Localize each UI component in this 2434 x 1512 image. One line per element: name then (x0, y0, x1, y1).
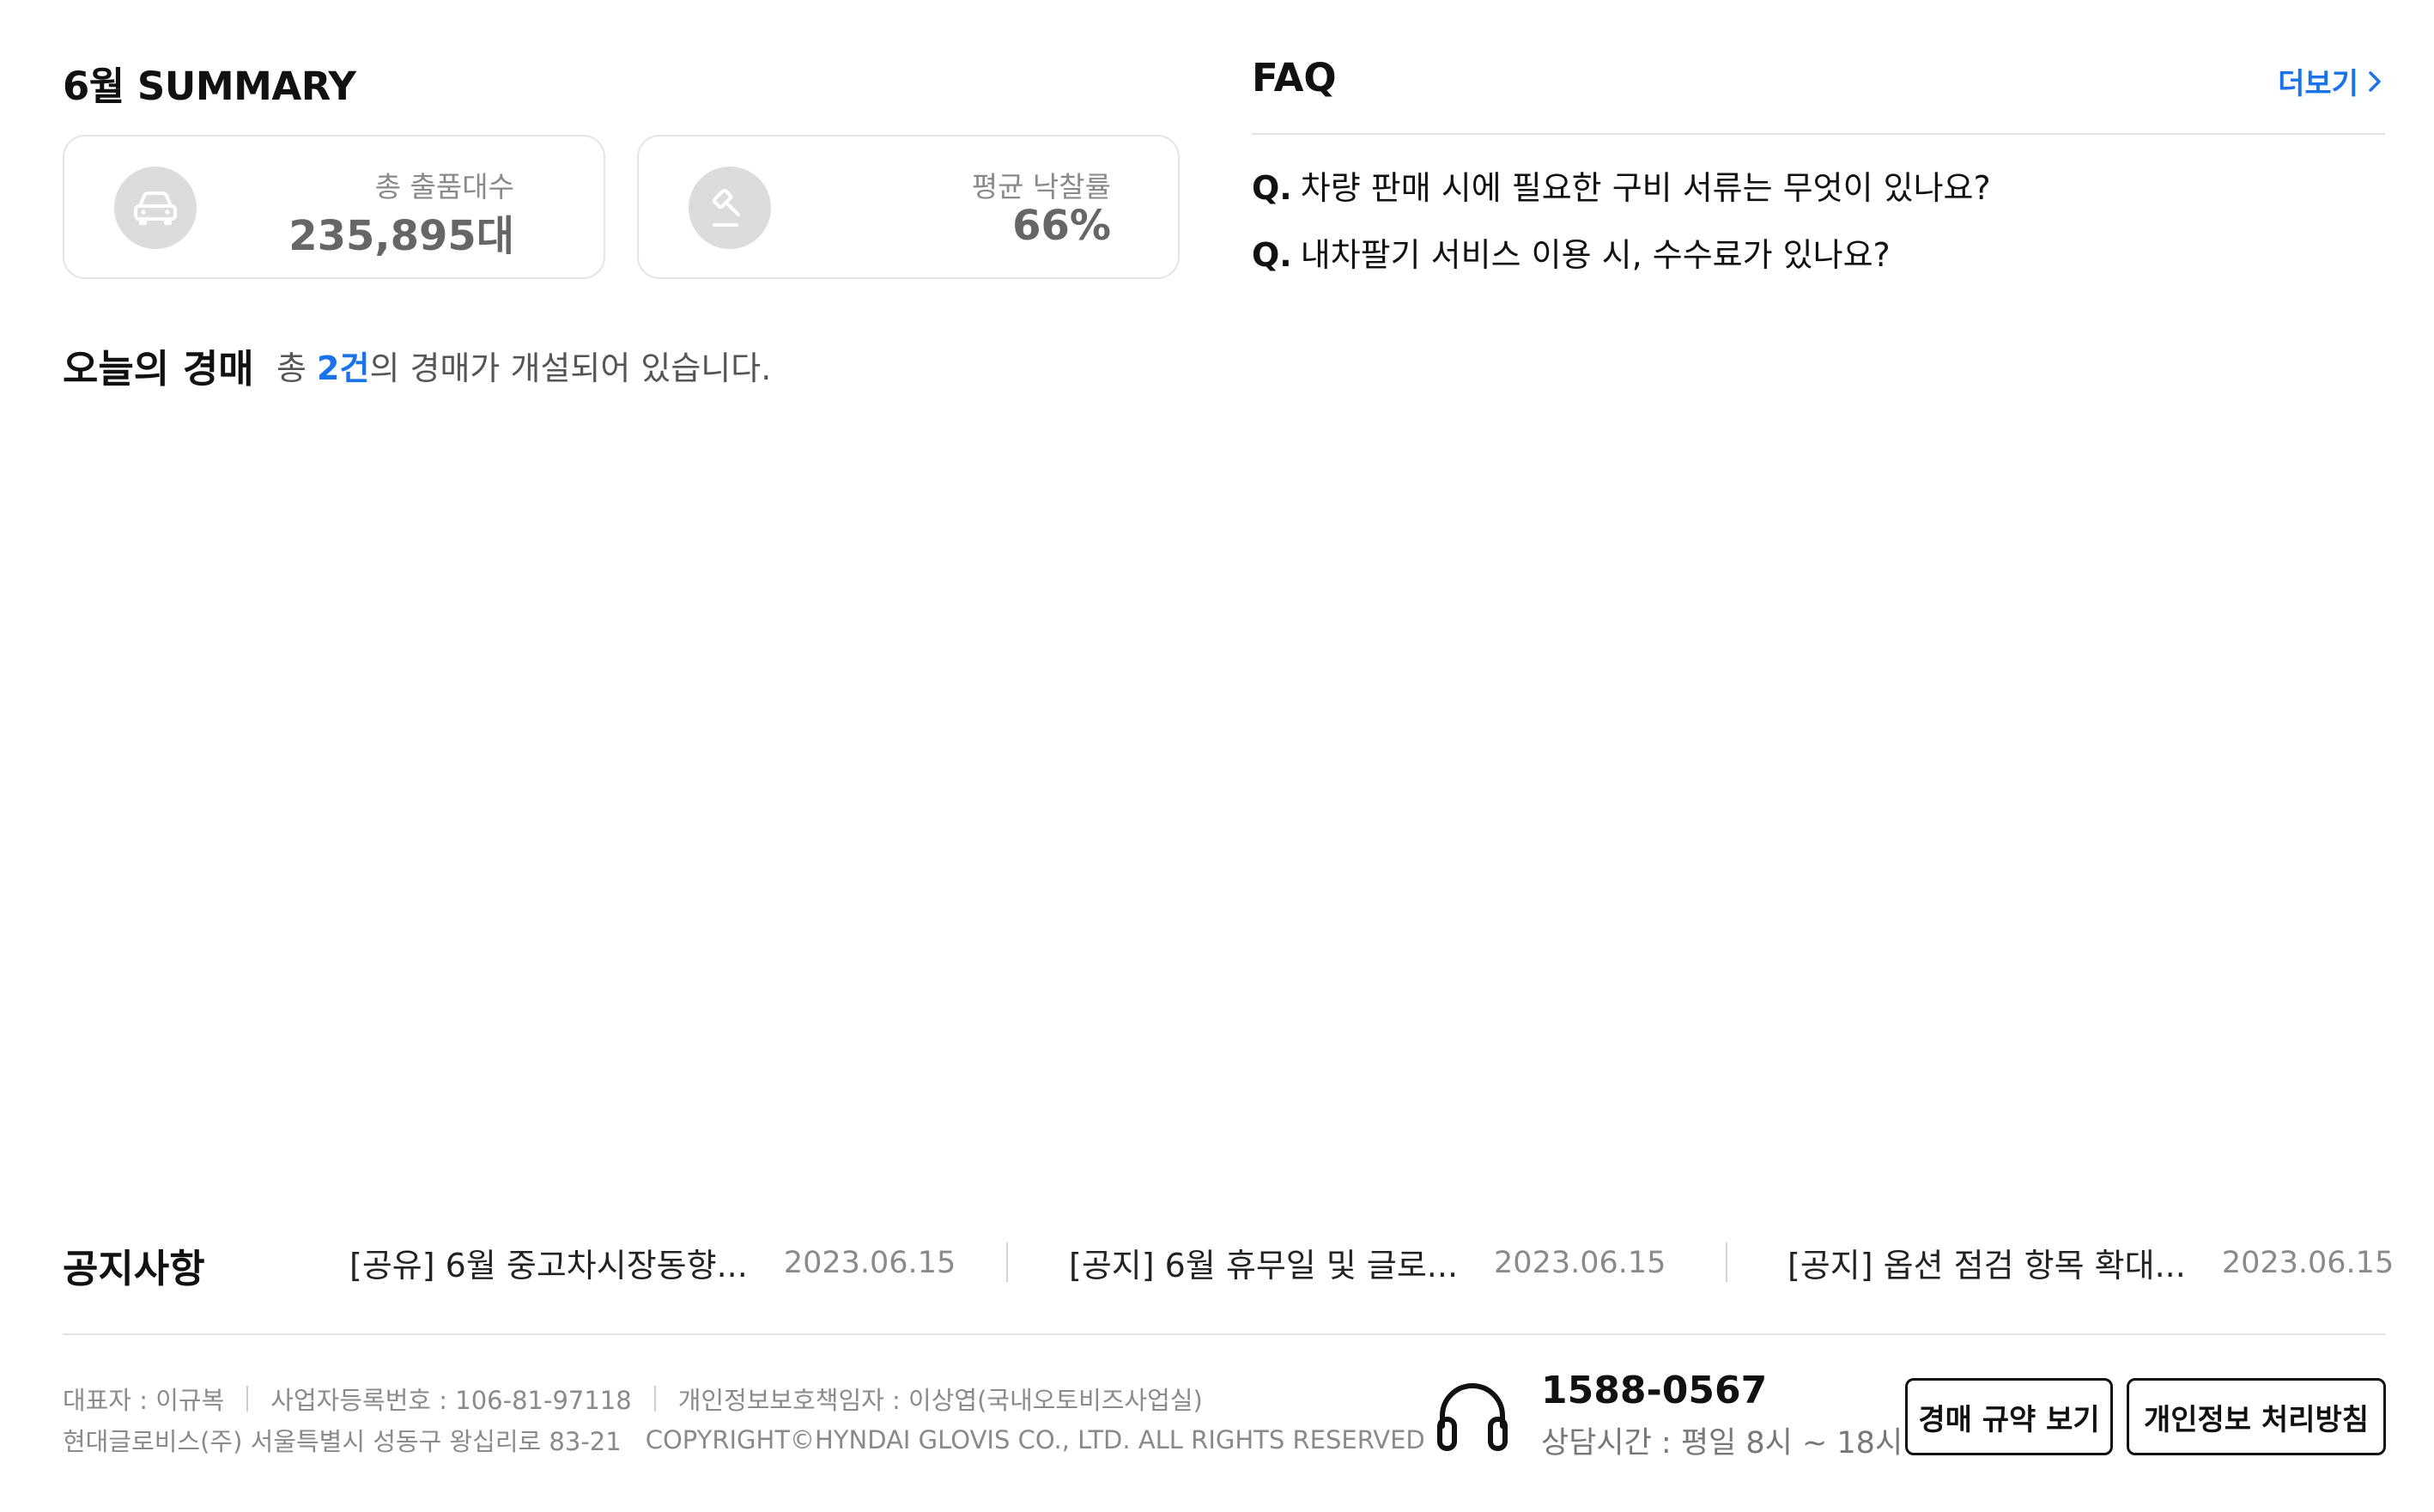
privacy-policy-button[interactable]: 개인정보 처리방침 (2127, 1378, 2386, 1455)
faq-more-link[interactable]: 더보기 (2278, 60, 2382, 102)
faq-question: 내차팔기 서비스 이용 시, 수수료가 있나요? (1300, 236, 1891, 274)
footer-ceo: 대표자 : 이규복 (63, 1386, 225, 1415)
stat-value: 235,895대 (288, 212, 514, 260)
cs-phone-number: 1588-0567 (1541, 1369, 1768, 1412)
summary-title: 6월 SUMMARY (63, 64, 356, 109)
faq-divider (1252, 133, 2385, 135)
footer-company-info: 대표자 : 이규복 사업자등록번호 : 106-81-97118 개인정보보호책… (63, 1381, 1203, 1417)
today-auction-count: 2건 (317, 349, 370, 387)
faq-question: 차량 판매 시에 필요한 구비 서류는 무엇이 있나요? (1300, 169, 1991, 207)
today-desc-suffix: 의 경매가 개설되어 있습니다. (369, 349, 772, 387)
today-auction-title: 오늘의 경매 (63, 346, 254, 392)
footer-address: 현대글로비스(주) 서울특별시 성동구 왕십리로 83-21 (63, 1427, 622, 1456)
stat-value: 66% (1012, 202, 1111, 250)
auction-rules-button[interactable]: 경매 규약 보기 (1905, 1378, 2113, 1455)
faq-q-prefix: Q. (1252, 236, 1292, 274)
cs-hours: 상담시간 : 평일 8시 ~ 18시 (1541, 1426, 1903, 1460)
notice-item-date: 2023.06.15 (2221, 1245, 2395, 1280)
notice-item-title: [공지] 옵션 점검 항목 확대... (1788, 1247, 2186, 1284)
footer-privacy-officer: 개인정보보호책임자 : 이상엽(국내오토비즈사업실) (677, 1386, 1203, 1415)
notice-item[interactable]: [공지] 옵션 점검 항목 확대... 2023.06.15 (1788, 1239, 2394, 1286)
chevron-right-icon (2369, 70, 2381, 92)
today-desc-prefix: 총 (276, 349, 318, 387)
footer-business-number: 사업자등록번호 : 106-81-97118 (270, 1386, 632, 1415)
faq-item[interactable]: Q. 내차팔기 서비스 이용 시, 수수료가 있나요? (1252, 228, 1891, 276)
notice-item-date: 2023.06.15 (1494, 1245, 1666, 1280)
faq-more-label: 더보기 (2278, 67, 2358, 101)
footer-divider (63, 1333, 2385, 1335)
notice-separator (1726, 1242, 1727, 1282)
stat-card-average-win-rate: 평균 낙찰률 66% (637, 135, 1180, 279)
notice-item-title: [공지] 6월 휴무일 및 글로... (1069, 1247, 1459, 1284)
notice-item-date: 2023.06.15 (783, 1245, 956, 1280)
gavel-icon (689, 167, 771, 249)
faq-q-prefix: Q. (1252, 169, 1292, 207)
footer-copyright: COPYRIGHT©HYNDAI GLOVIS CO., LTD. ALL RI… (645, 1425, 1425, 1454)
notice-item[interactable]: [공유] 6월 중고차시장동향... 2023.06.15 (349, 1239, 956, 1286)
stat-label: 총 출품대수 (374, 170, 514, 203)
footer-address-line: 현대글로비스(주) 서울특별시 성동구 왕십리로 83-21 COPYRIGHT… (63, 1422, 1425, 1458)
footer-separator (653, 1386, 656, 1412)
today-auction-desc: 총 2건의 경매가 개설되어 있습니다. (276, 342, 771, 389)
notice-item-title: [공유] 6월 중고차시장동향... (349, 1247, 748, 1284)
faq-item[interactable]: Q. 차량 판매 시에 필요한 구비 서류는 무엇이 있나요? (1252, 161, 1991, 209)
faq-title: FAQ (1252, 55, 1337, 100)
headset-icon (1432, 1375, 1513, 1455)
stat-card-total-listings: 총 출품대수 235,895대 (63, 135, 605, 279)
notice-separator (1006, 1242, 1008, 1282)
car-icon (114, 167, 197, 249)
footer-separator (246, 1386, 249, 1412)
notice-item[interactable]: [공지] 6월 휴무일 및 글로... 2023.06.15 (1069, 1239, 1666, 1286)
stat-label: 평균 낙찰률 (971, 170, 1111, 203)
notice-title: 공지사항 (63, 1246, 205, 1291)
